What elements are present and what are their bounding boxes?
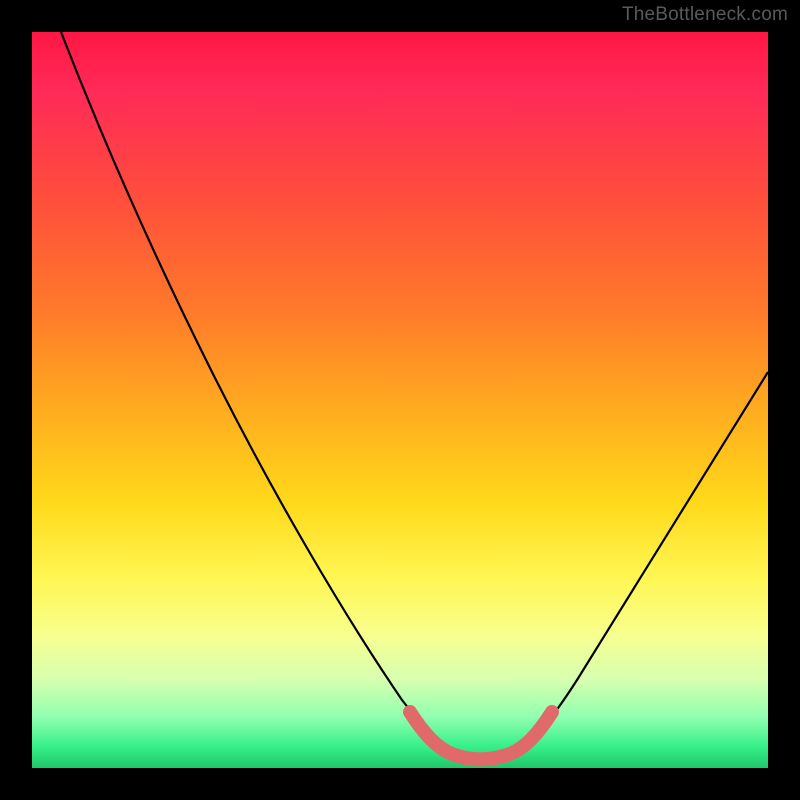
watermark-text: TheBottleneck.com [622, 4, 788, 26]
bottleneck-curve [61, 32, 768, 757]
curve-layer [32, 32, 768, 768]
plot-area [32, 32, 768, 768]
optimal-highlight [410, 712, 552, 759]
chart-frame: TheBottleneck.com [0, 0, 800, 800]
